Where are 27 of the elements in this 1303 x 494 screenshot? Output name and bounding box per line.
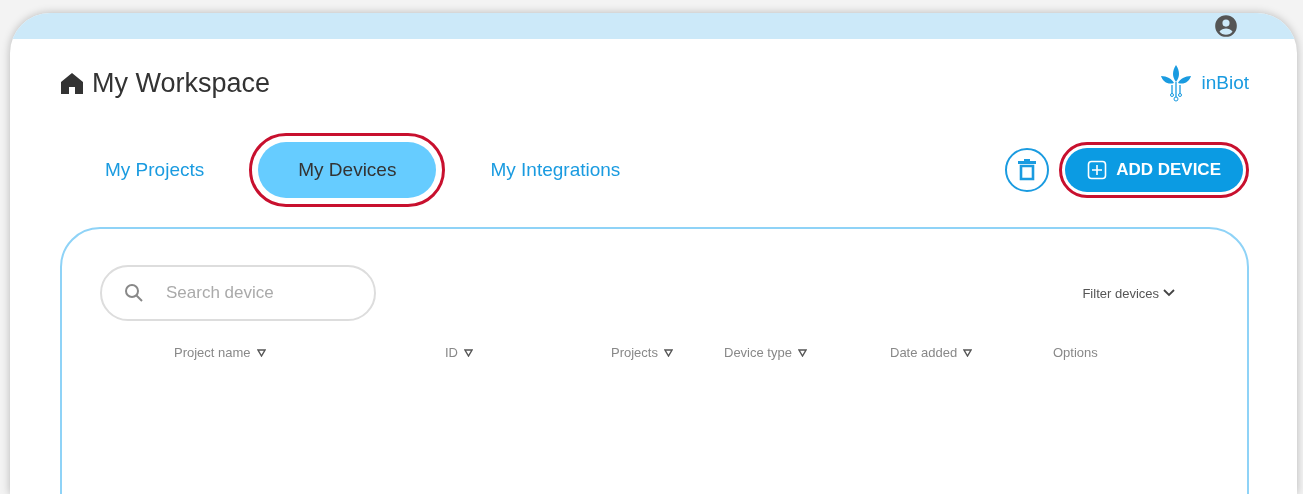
column-header[interactable]: Project name [174,345,266,360]
column-header[interactable]: Device type [724,345,807,360]
plant-logo-icon [1159,63,1194,103]
tab[interactable]: My Integrations [476,142,635,198]
chevron-down-icon [1163,289,1175,297]
tab[interactable]: My Devices [258,142,437,198]
sort-icon [464,348,473,357]
column-header[interactable]: ID [445,345,473,360]
sort-icon [256,348,266,357]
plus-square-icon [1087,160,1108,180]
column-header[interactable]: Date added [890,345,973,360]
trash-icon [1016,158,1039,182]
page-title: My Workspace [92,67,271,99]
sort-icon [663,348,673,357]
account-icon[interactable] [1213,13,1239,39]
sort-icon [797,348,807,357]
tab[interactable]: My Projects [91,142,219,198]
filter-dropdown[interactable]: Filter devices [1082,285,1175,301]
column-header[interactable]: Options [1053,345,1098,360]
search-field[interactable]: Search device [100,265,376,321]
home-icon [60,72,84,94]
column-header[interactable]: Projects [611,345,673,360]
search-icon [124,283,144,303]
brand-name: inBiot [1201,72,1249,94]
add-device-button[interactable]: ADD DEVICE [1065,148,1243,192]
delete-button[interactable] [1005,148,1050,192]
sort-icon [963,348,973,357]
